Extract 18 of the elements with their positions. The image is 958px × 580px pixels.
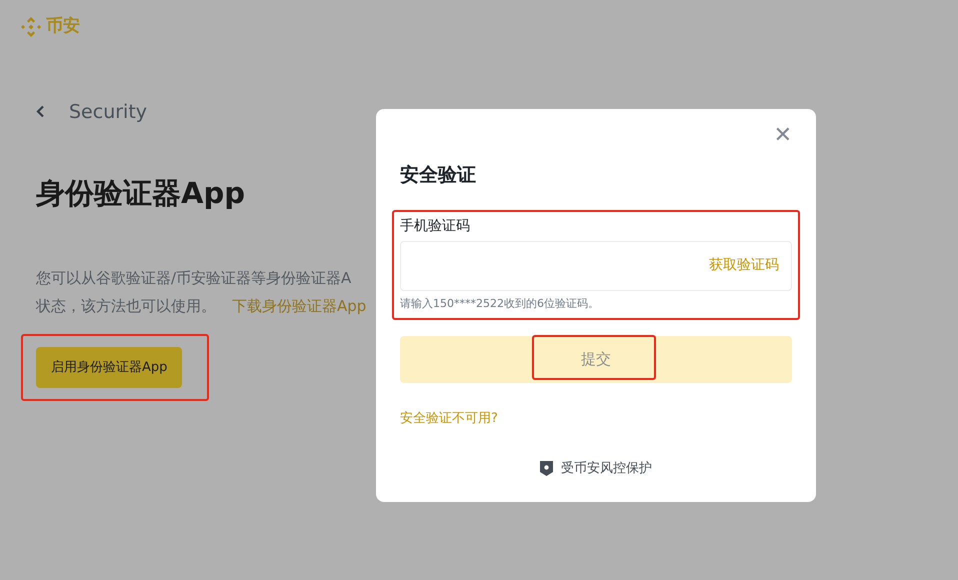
shield-icon bbox=[540, 461, 553, 476]
code-input-field[interactable]: 获取验证码 bbox=[400, 240, 792, 290]
download-link[interactable]: 下载身份验证器App bbox=[232, 292, 366, 320]
dialog-title: 安全验证 bbox=[400, 163, 477, 188]
close-button[interactable]: ✕ bbox=[774, 125, 792, 147]
field-label: 手机验证码 bbox=[400, 216, 471, 236]
field-hint: 请输入150****2522收到的6位验证码。 bbox=[400, 296, 600, 312]
page-title: 身份验证器App bbox=[36, 175, 245, 212]
back-link[interactable]: Security bbox=[69, 98, 148, 126]
enable-button[interactable]: 启用身份验证器App bbox=[36, 346, 182, 388]
unavailable-link[interactable]: 安全验证不可用? bbox=[400, 409, 498, 428]
description-text: 状态，该方法也可以使用。 bbox=[36, 296, 216, 316]
diamond-logo-icon bbox=[20, 16, 42, 38]
description-text: 您可以从谷歌验证器/币安验证器等身份验证器A bbox=[36, 268, 352, 288]
protection-note: 受币安风控保护 bbox=[561, 460, 652, 478]
get-code-link[interactable]: 获取验证码 bbox=[709, 255, 779, 276]
brand-name: 币安 bbox=[46, 15, 80, 38]
back-icon[interactable] bbox=[36, 105, 45, 118]
